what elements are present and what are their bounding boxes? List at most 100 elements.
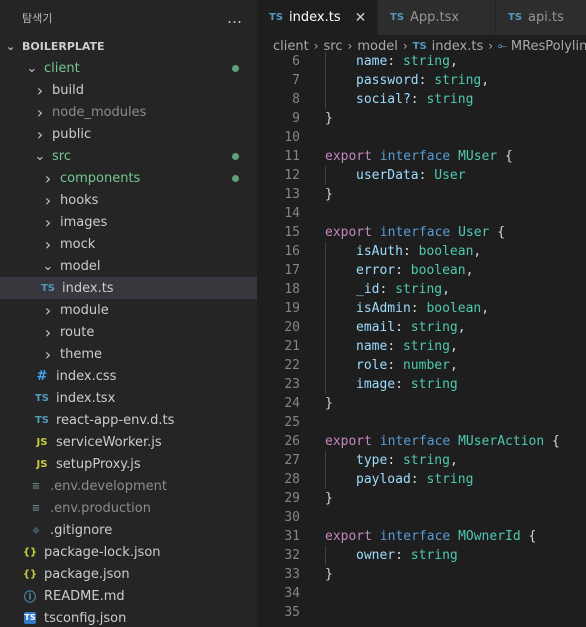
file-item-react-app-env-d-ts[interactable]: TS react-app-env.d.ts — [0, 409, 257, 431]
tree-item-label: index.ts — [62, 280, 114, 296]
code-token: interface — [379, 434, 451, 449]
file-item-index-css[interactable]: # index.css — [0, 365, 257, 387]
code-content: name: string, — [356, 52, 458, 71]
code-token: : — [410, 472, 427, 487]
code-token: boolean — [418, 244, 474, 259]
code-token: image — [356, 377, 396, 392]
code-token: MOwnerId — [458, 529, 521, 544]
line-number: 19 — [284, 301, 300, 316]
git-modified-dot-icon — [232, 153, 239, 160]
file-item-index-ts[interactable]: TS index.ts — [0, 277, 257, 299]
code-line: 34 — [257, 584, 586, 603]
code-token: string — [402, 54, 450, 69]
file-item-gitignore[interactable]: ◆ .gitignore — [0, 519, 257, 541]
code-token: } — [325, 396, 333, 411]
code-token: isAdmin — [356, 301, 411, 316]
code-line: 28 payload: string — [257, 470, 586, 489]
line-number: 35 — [284, 605, 300, 620]
tree-item-label: build — [52, 82, 84, 98]
code-content: userData: User — [356, 166, 466, 185]
folder-item-build[interactable]: › build — [0, 79, 257, 101]
javascript-file-icon: JS — [36, 436, 48, 448]
file-item-package-lock-json[interactable]: {} package-lock.json — [0, 541, 257, 563]
line-number: 22 — [284, 358, 300, 373]
folder-item-model[interactable]: ⌄ model — [0, 255, 257, 277]
code-token: isAuth — [356, 244, 403, 259]
code-line: 26 export interface MUserAction { — [257, 432, 586, 451]
typescript-file-icon: TS — [34, 392, 50, 404]
typescript-file-icon: TS — [412, 40, 427, 52]
folder-item-components[interactable]: › components — [0, 167, 257, 189]
line-number: 11 — [284, 149, 300, 164]
line-number: 24 — [284, 396, 300, 411]
code-content: isAuth: boolean, — [356, 242, 481, 261]
code-token: string — [395, 282, 443, 297]
env-file-icon: ≡ — [31, 480, 41, 492]
code-content: role: number, — [356, 356, 458, 375]
file-item-env-production[interactable]: ≡ .env.production — [0, 497, 257, 519]
code-line: 23 image: string — [257, 375, 586, 394]
file-item-readme-md[interactable]: ⓘ README.md — [0, 585, 257, 607]
indent-guide — [325, 318, 326, 337]
folder-item-mock[interactable]: › mock — [0, 233, 257, 255]
code-token: interface — [379, 529, 451, 544]
folder-item-theme[interactable]: › theme — [0, 343, 257, 365]
code-token: : — [395, 320, 411, 335]
folder-item-hooks[interactable]: › hooks — [0, 189, 257, 211]
tree-item-label: hooks — [60, 192, 99, 208]
code-content: owner: string — [356, 546, 458, 565]
file-item-env-development[interactable]: ≡ .env.development — [0, 475, 257, 497]
tab-label: App.tsx — [410, 10, 460, 25]
tree-item-label: .env.production — [50, 500, 151, 516]
chevron-right-icon: › — [36, 102, 44, 122]
file-tree: ⌄ client › build › node_modules › public ⌄ src › co… — [0, 57, 257, 627]
file-item-index-tsx[interactable]: TS index.tsx — [0, 387, 257, 409]
editor-area: TS index.ts ✕ TS App.tsx TS api.ts clien… — [257, 0, 586, 627]
tsconfig-file-icon: TS — [24, 612, 36, 624]
folder-item-route[interactable]: › route — [0, 321, 257, 343]
tab-api-ts[interactable]: TS api.ts — [496, 0, 586, 35]
code-token: password — [356, 73, 419, 88]
folder-item-public[interactable]: › public — [0, 123, 257, 145]
folder-item-node-modules[interactable]: › node_modules — [0, 101, 257, 123]
indent-guide — [325, 166, 326, 185]
chevron-right-icon: › — [44, 322, 52, 342]
code-token: social? — [356, 92, 411, 107]
code-token: email — [356, 320, 396, 335]
file-item-serviceworker-js[interactable]: JS serviceWorker.js — [0, 431, 257, 453]
code-token: , — [449, 453, 458, 468]
folder-item-images[interactable]: › images — [0, 211, 257, 233]
code-token: } — [325, 491, 333, 506]
folder-item-src[interactable]: ⌄ src — [0, 145, 257, 167]
code-editor[interactable]: 6 name: string, 7 password: string, 8 social?… — [257, 52, 586, 622]
line-number: 9 — [292, 111, 300, 126]
tab-index-ts[interactable]: TS index.ts ✕ — [257, 0, 378, 35]
code-line: 27 type: string, — [257, 451, 586, 470]
code-line: 35 — [257, 603, 586, 622]
file-item-package-json[interactable]: {} package.json — [0, 563, 257, 585]
git-file-icon: ◆ — [32, 524, 40, 536]
workspace-section-header[interactable]: ⌄ BOILERPLATE — [0, 35, 257, 57]
file-item-setupproxy-js[interactable]: JS setupProxy.js — [0, 453, 257, 475]
indent-guide — [325, 546, 326, 565]
code-token: name — [356, 54, 388, 69]
close-icon[interactable]: ✕ — [355, 10, 367, 26]
code-line: 20 email: string, — [257, 318, 586, 337]
folder-item-module[interactable]: › module — [0, 299, 257, 321]
code-token: , — [457, 320, 466, 335]
code-content: export interface MUserAction { — [325, 432, 560, 451]
more-actions-icon[interactable]: … — [227, 9, 243, 27]
file-item-tsconfig-json[interactable]: TS tsconfig.json — [0, 607, 257, 627]
code-line: 19 isAdmin: boolean, — [257, 299, 586, 318]
code-line: 17 error: boolean, — [257, 261, 586, 280]
code-line: 24} — [257, 394, 586, 413]
line-number: 25 — [284, 415, 300, 430]
tab-label: api.ts — [528, 10, 564, 25]
env-file-icon: ≡ — [31, 502, 41, 514]
tab-app-tsx[interactable]: TS App.tsx — [378, 0, 496, 35]
folder-item-client[interactable]: ⌄ client — [0, 57, 257, 79]
indent-guide — [325, 356, 326, 375]
line-number: 33 — [284, 567, 300, 582]
